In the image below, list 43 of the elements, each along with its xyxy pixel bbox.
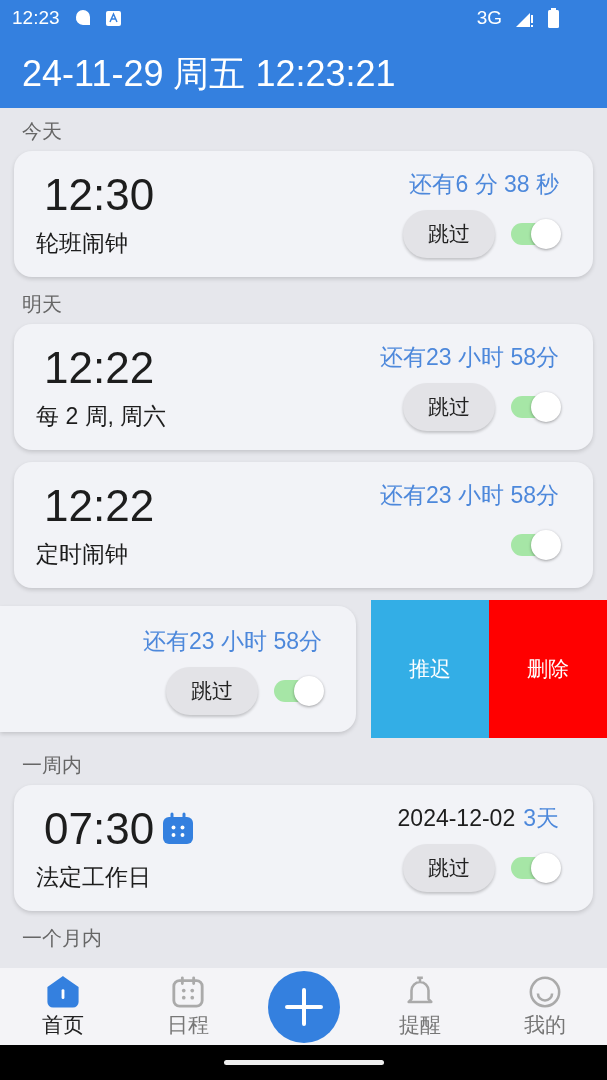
status-time: 12:23: [12, 7, 60, 29]
swipe-action-button[interactable]: 删除: [489, 600, 607, 738]
section-heading: 一周内: [21, 753, 83, 778]
chat-bubble-icon: [73, 9, 92, 27]
plus-icon: [283, 986, 324, 1027]
app-notification-icon: [105, 10, 121, 26]
network-type: 3G: [476, 7, 502, 29]
time-remaining: 还有6 分 38 秒: [409, 171, 559, 197]
section-heading: 一个月内: [21, 926, 103, 951]
nav-tab[interactable]: 日程: [142, 973, 233, 1040]
skip-button[interactable]: 跳过: [403, 210, 495, 258]
alarm-card[interactable]: 12:22 每 2 周, 周六 还有23 小时 58分 跳过: [14, 324, 593, 450]
calendar-icon: [170, 974, 205, 1009]
time-remaining: 3天: [523, 805, 559, 831]
alarm-time: 12:22: [44, 480, 155, 531]
battery-icon: [548, 8, 559, 28]
alarm-time: 07:30: [44, 803, 155, 854]
nav-tab[interactable]: 提醒: [374, 973, 465, 1040]
alarm-label: 定时闹钟: [36, 539, 129, 569]
nav-tab[interactable]: 首页: [17, 973, 108, 1040]
smile-icon: [527, 974, 562, 1009]
alarm-label: 轮班闹钟: [36, 228, 129, 258]
alarm-card[interactable]: 12:30 轮班闹钟 还有6 分 38 秒 跳过: [14, 151, 593, 277]
section-heading: 明天: [21, 292, 63, 317]
section-heading: 今天: [21, 119, 63, 144]
skip-button[interactable]: 跳过: [166, 667, 258, 715]
alarm-label: 每 2 周, 周六: [36, 401, 167, 431]
time-remaining: 还有23 小时 58分: [380, 344, 559, 370]
skip-button[interactable]: 跳过: [403, 844, 495, 892]
alarm-card[interactable]: 07:30 法定工作日 2024-12-02 3天 跳过: [14, 785, 593, 911]
home-indicator[interactable]: [223, 1060, 384, 1065]
time-remaining: 还有23 小时 58分: [380, 482, 559, 508]
alarm-date: 2024-12-02: [397, 805, 516, 831]
nav-tab[interactable]: 我的: [499, 973, 590, 1040]
home-icon: [45, 974, 80, 1009]
alarm-time: 12:22: [44, 342, 155, 393]
time-remaining: 还有23 小时 58分: [143, 628, 322, 654]
skip-button[interactable]: 跳过: [403, 383, 495, 431]
alarm-time: 12:30: [44, 169, 155, 220]
alarm-label: 法定工作日: [36, 862, 152, 892]
alarm-card[interactable]: 还有23 小时 58分 跳过: [0, 606, 356, 732]
header-datetime: 24-11-29 周五 12:23:21: [21, 52, 397, 96]
alarm-card[interactable]: 12:22 定时闹钟 还有23 小时 58分: [14, 462, 593, 588]
